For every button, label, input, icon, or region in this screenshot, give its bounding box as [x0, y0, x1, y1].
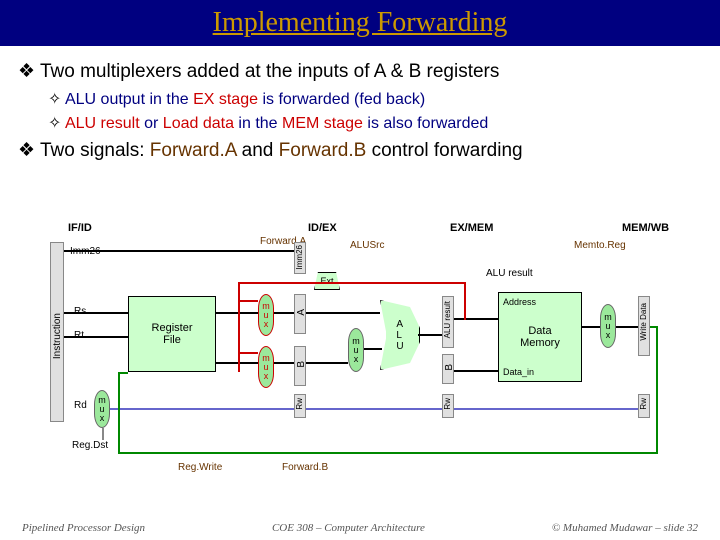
lbl-exmem: EX/MEM — [450, 222, 493, 234]
wire — [454, 370, 498, 372]
wire — [418, 334, 442, 336]
wire-wb — [118, 372, 128, 374]
lbl-address: Address — [503, 297, 536, 307]
wire — [582, 326, 600, 328]
wire — [616, 326, 638, 328]
lbl-regwrite: Reg.Write — [178, 462, 222, 473]
wire — [102, 428, 104, 440]
wire — [64, 336, 128, 338]
footer-right: © Muhamed Mudawar – slide 32 — [552, 522, 698, 534]
mux-alusrc: mux — [348, 328, 364, 372]
lbl-regdst: Reg.Dst — [72, 440, 108, 451]
lbl-memwb: MEM/WB — [622, 222, 669, 234]
mux-memtoreg: mux — [600, 304, 616, 348]
lbl-writedata: Write Data — [639, 303, 648, 341]
wire-fwd — [238, 282, 240, 372]
wire — [306, 312, 380, 314]
footer-center: COE 308 – Computer Architecture — [272, 522, 425, 534]
mux-forward-b: mux — [258, 346, 274, 388]
register-file: Register File — [128, 296, 216, 372]
wire — [64, 312, 128, 314]
lbl-alusrc: ALUSrc — [350, 240, 384, 251]
reg-idex-imm: Imm26 — [294, 242, 306, 274]
slide-footer: Pipelined Processor Design COE 308 – Com… — [0, 522, 720, 534]
datapath-diagram: IF/ID ID/EX EX/MEM MEM/WB Instruction Im… — [18, 222, 702, 492]
wire — [454, 318, 498, 320]
wire-fwd — [238, 352, 258, 354]
reg-idex-b: B — [294, 346, 306, 386]
reg-exmem-alu: ALU result — [442, 296, 454, 348]
lbl-imm26-v: Imm26 — [295, 245, 304, 269]
wire — [454, 408, 638, 410]
lbl-forwardB: Forward.B — [282, 462, 328, 473]
bullet-1b: ALU result or Load data in the MEM stage… — [48, 113, 702, 133]
lbl-datamem: Data Memory — [520, 307, 560, 367]
alu: A L U — [380, 300, 420, 370]
wire-fwd — [238, 282, 466, 284]
lbl-instruction: Instruction — [52, 313, 63, 359]
wire — [216, 312, 258, 314]
wire — [306, 362, 348, 364]
lbl-idex: ID/EX — [308, 222, 337, 234]
bullet-1a: ALU output in the EX stage is forwarded … — [48, 89, 702, 109]
reg-memwb-rw: Rw — [638, 394, 650, 418]
reg-ifid: Instruction — [50, 242, 64, 422]
wire-fwd — [464, 282, 466, 320]
reg-exmem-rw: Rw — [442, 394, 454, 418]
lbl-ifid: IF/ID — [68, 222, 92, 234]
reg-memwb-wd: Write Data — [638, 296, 650, 356]
lbl-rw3: Rw — [639, 398, 648, 410]
wire — [64, 250, 294, 252]
wire — [274, 362, 294, 364]
lbl-alu-result: ALU result — [486, 268, 533, 279]
footer-left: Pipelined Processor Design — [22, 522, 145, 534]
wire-wb — [656, 326, 658, 453]
ext-block: Ext — [314, 272, 340, 290]
lbl-rw1: Rw — [295, 398, 304, 410]
wire-wb — [118, 452, 658, 454]
lbl-memtoreg: Memto.Reg — [574, 240, 626, 251]
wire — [306, 408, 442, 410]
wire — [364, 348, 382, 350]
lbl-imm26: Imm26 — [70, 246, 101, 257]
wire-wb — [650, 326, 658, 328]
bullet-1: Two multiplexers added at the inputs of … — [18, 60, 702, 83]
title-bar: Implementing Forwarding — [0, 0, 720, 46]
data-memory: Address Data Memory Data_in — [498, 292, 582, 382]
reg-idex-rw: Rw — [294, 394, 306, 418]
lbl-datain: Data_in — [503, 367, 534, 377]
reg-idex-a: A — [294, 294, 306, 334]
reg-exmem-b: B — [442, 354, 454, 384]
slide-title: Implementing Forwarding — [213, 7, 508, 39]
wire — [110, 408, 294, 410]
mux-regdst: mux — [94, 390, 110, 428]
bullet-list: Two multiplexers added at the inputs of … — [0, 46, 720, 162]
mux-forward-a: mux — [258, 294, 274, 336]
lbl-rw2: Rw — [443, 398, 452, 410]
lbl-alures-v: ALU result — [443, 301, 452, 338]
wire-fwd — [238, 300, 258, 302]
bullet-2: Two signals: Forward.A and Forward.B con… — [18, 139, 702, 162]
wire — [216, 362, 258, 364]
lbl-rd: Rd — [74, 400, 87, 411]
wire-wb — [118, 372, 120, 453]
wire — [274, 312, 294, 314]
